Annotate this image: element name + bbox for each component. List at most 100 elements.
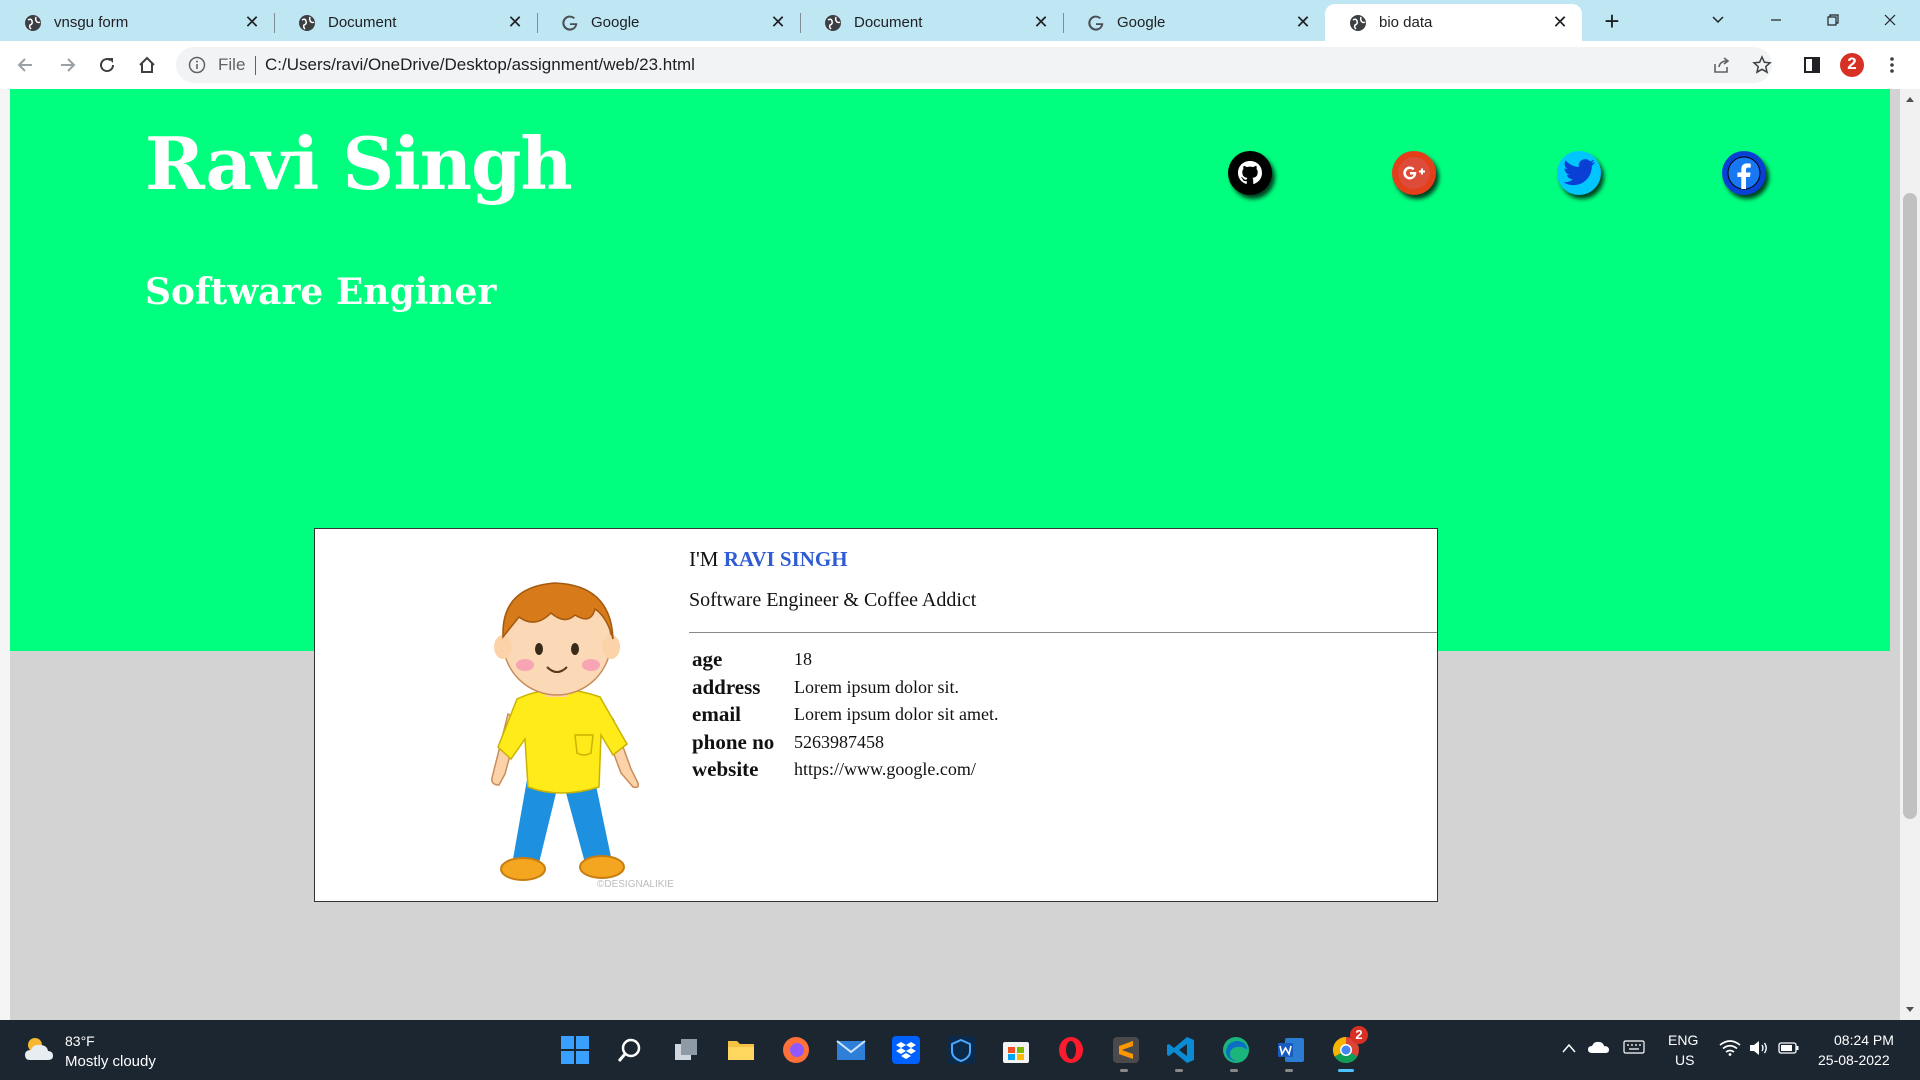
weather-cloud-sun-icon[interactable] (22, 1034, 56, 1064)
restore-button[interactable] (1807, 2, 1859, 38)
active-indicator (1338, 1069, 1354, 1072)
info-row-address: address Lorem ipsum dolor sit. (689, 674, 998, 702)
profile-name: Ravi Singh (145, 121, 573, 206)
github-icon[interactable] (1228, 151, 1272, 195)
restore-icon (1827, 14, 1839, 26)
info-key: email (692, 702, 741, 727)
close-icon[interactable]: ✕ (242, 12, 262, 33)
profile-badge-count: 2 (1847, 54, 1857, 73)
onedrive-icon[interactable] (1587, 1039, 1611, 1055)
taskbar-firefox[interactable] (778, 1032, 814, 1068)
taskbar-edge[interactable] (1218, 1032, 1254, 1072)
info-icon[interactable] (188, 56, 206, 74)
close-icon[interactable]: ✕ (768, 12, 788, 33)
taskbar-app-shield[interactable] (943, 1032, 979, 1068)
volume-icon[interactable] (1749, 1040, 1769, 1056)
taskbar-dropbox[interactable] (888, 1032, 924, 1068)
info-value: Lorem ipsum dolor sit amet. (794, 704, 999, 725)
taskbar-sublime[interactable] (1108, 1032, 1144, 1072)
menu-button[interactable] (1876, 49, 1908, 81)
globe-icon (298, 14, 316, 32)
tab-label: Document (854, 14, 923, 31)
opera-icon (1059, 1037, 1083, 1063)
taskbar-mail[interactable] (833, 1032, 869, 1068)
back-button[interactable] (10, 49, 42, 81)
info-row-phone: phone no 5263987458 (689, 729, 998, 757)
info-value: 5263987458 (794, 731, 884, 752)
weather-temperature: 83°F (65, 1033, 95, 1049)
new-tab-button[interactable]: + (1598, 8, 1626, 34)
tab-label: bio data (1379, 14, 1433, 31)
start-button[interactable] (557, 1032, 593, 1068)
taskbar-file-explorer[interactable] (723, 1032, 759, 1068)
close-icon[interactable]: ✕ (1293, 12, 1313, 33)
word-icon (1278, 1038, 1304, 1062)
clock-time[interactable]: 08:24 PM (1834, 1032, 1894, 1048)
info-value: 18 (794, 649, 812, 670)
star-icon[interactable] (1752, 55, 1772, 75)
facebook-icon[interactable] (1722, 151, 1766, 195)
scroll-up-icon[interactable] (1905, 95, 1915, 103)
boy-illustration-image (491, 582, 640, 881)
keyboard-icon[interactable] (1623, 1040, 1645, 1054)
tab-document-2[interactable]: Document ✕ (800, 4, 1064, 41)
globe-icon (1349, 14, 1367, 32)
close-icon[interactable]: ✕ (1031, 12, 1051, 33)
minimize-button[interactable] (1750, 2, 1802, 38)
task-view-button[interactable] (668, 1032, 704, 1068)
taskbar-chrome[interactable]: 2 (1328, 1026, 1368, 1072)
tab-bio-data[interactable]: bio data ✕ (1325, 4, 1582, 41)
taskbar-vscode[interactable] (1163, 1032, 1199, 1072)
info-row-age: age 18 (689, 646, 998, 674)
close-icon[interactable]: ✕ (1550, 12, 1570, 33)
wifi-icon[interactable] (1719, 1040, 1741, 1056)
reload-icon (100, 58, 115, 73)
taskbar-opera[interactable] (1053, 1032, 1089, 1068)
tab-search-button[interactable] (1692, 2, 1744, 38)
scrollbar-thumb[interactable] (1903, 193, 1917, 819)
taskbar-store[interactable] (998, 1032, 1034, 1068)
chevron-up-icon[interactable] (1561, 1042, 1577, 1054)
tab-vnsgu-form[interactable]: vnsgu form ✕ (0, 4, 275, 41)
profile-button[interactable]: 2 (1836, 49, 1868, 81)
info-value: Lorem ipsum dolor sit. (794, 676, 959, 697)
tab-label: Google (1117, 14, 1166, 31)
home-icon (139, 56, 155, 73)
address-bar[interactable]: File C:/Users/ravi/OneDrive/Desktop/assi… (176, 47, 1772, 83)
arrow-left-icon (17, 58, 32, 72)
battery-icon[interactable] (1778, 1041, 1800, 1055)
forward-button[interactable] (51, 49, 83, 81)
share-icon[interactable] (1712, 55, 1732, 75)
google-plus-icon[interactable] (1392, 151, 1436, 195)
tab-google-2[interactable]: Google ✕ (1063, 4, 1325, 41)
home-button[interactable] (131, 49, 163, 81)
scroll-down-icon[interactable] (1905, 1006, 1915, 1014)
intro-heading: I'M RAVI SINGH (689, 547, 848, 572)
edge-icon (1223, 1037, 1249, 1063)
url-text[interactable]: C:/Users/ravi/OneDrive/Desktop/assignmen… (265, 55, 695, 75)
running-indicator (1230, 1069, 1238, 1072)
side-panel-button[interactable] (1796, 49, 1828, 81)
firefox-icon (783, 1037, 809, 1063)
clock-date: 25-08-2022 (1818, 1052, 1890, 1068)
tab-google-1[interactable]: Google ✕ (537, 4, 801, 41)
close-icon[interactable]: ✕ (505, 12, 525, 33)
arrow-right-icon (61, 58, 76, 72)
info-value: https://www.google.com/ (794, 759, 976, 780)
twitter-icon[interactable] (1557, 151, 1601, 195)
tagline: Software Engineer & Coffee Addict (689, 589, 977, 611)
search-button[interactable] (612, 1032, 648, 1068)
profile-role: Software Enginer (145, 271, 497, 313)
taskbar-word[interactable] (1273, 1032, 1309, 1072)
info-key: phone no (692, 729, 775, 754)
tab-label: Google (591, 14, 640, 31)
browser-toolbar: File C:/Users/ravi/OneDrive/Desktop/assi… (0, 41, 1920, 89)
close-window-button[interactable] (1864, 2, 1916, 38)
reload-button[interactable] (91, 49, 123, 81)
info-table: age 18 address Lorem ipsum dolor sit. em… (689, 646, 998, 784)
tab-document-1[interactable]: Document ✕ (274, 4, 538, 41)
page-viewport: Ravi Singh Software Enginer ©DESIGNALIKI… (0, 89, 1900, 1020)
tab-label: Document (328, 14, 397, 31)
language-indicator[interactable]: ENG (1668, 1032, 1698, 1048)
tab-label: vnsgu form (54, 14, 129, 31)
